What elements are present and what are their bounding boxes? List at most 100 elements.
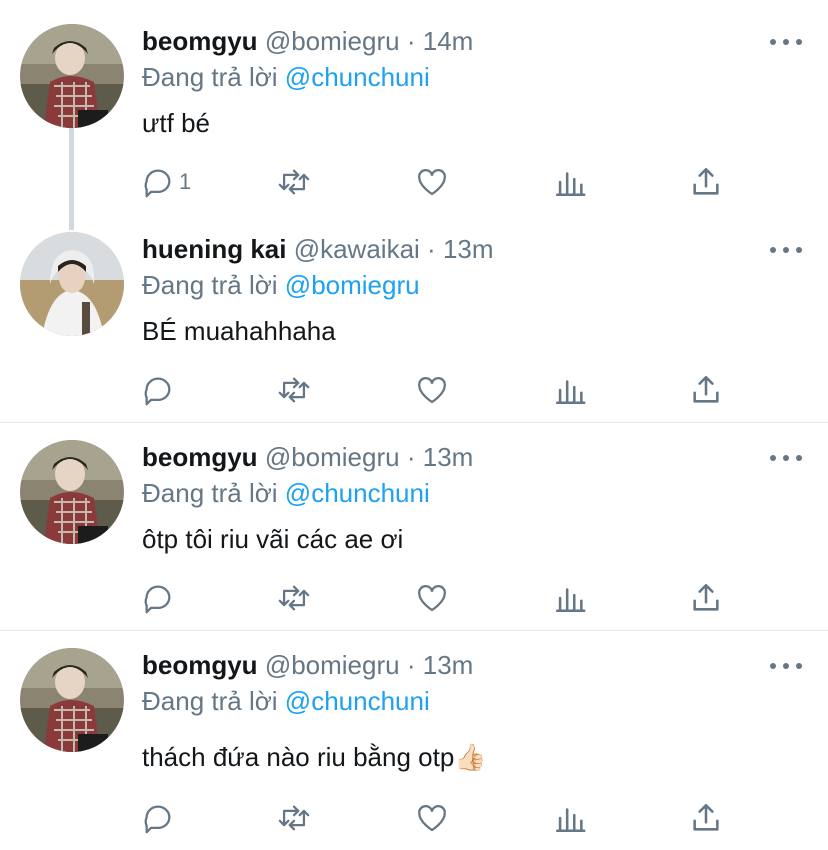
beomgyu-avatar-image [20,648,124,752]
tweet-actions [0,578,828,618]
timestamp[interactable]: 13m [443,234,494,264]
reply-icon [144,377,171,406]
share-icon [693,803,719,831]
reply-icon [144,805,171,834]
separator: · [427,234,436,264]
reply-mention-link[interactable]: @chunchuni [285,62,430,92]
beomgyu-avatar-image [20,440,124,544]
more-icon-dot [783,663,789,669]
reply-button[interactable]: 1 [141,162,191,202]
share-icon [693,375,719,403]
retweet-button[interactable] [277,798,311,838]
analytics-icon [555,588,586,613]
replying-to-label: Đang trả lời [142,62,278,92]
user-handle[interactable]: @kawaikai [294,234,420,264]
more-options-button[interactable] [770,448,802,468]
more-icon-dot [783,247,789,253]
share-button[interactable] [689,162,723,202]
tweet-text: BÉ muahahhaha [142,316,336,346]
like-button[interactable] [415,162,449,202]
analytics-button[interactable] [553,162,587,202]
analytics-button[interactable] [553,370,587,410]
avatar[interactable] [20,24,124,128]
retweet-button[interactable] [277,162,311,202]
retweet-icon [278,585,310,611]
analytics-icon [555,808,586,833]
retweet-icon [278,805,310,831]
more-options-button[interactable] [770,32,802,52]
reply-icon [144,585,171,614]
replying-to-label: Đang trả lời [142,478,278,508]
reply-count: 1 [179,169,192,194]
timestamp[interactable]: 13m [423,442,474,472]
more-options-button[interactable] [770,240,802,260]
retweet-button[interactable] [277,370,311,410]
reply-button[interactable] [141,370,175,410]
like-button[interactable] [415,578,449,618]
share-button[interactable] [689,370,723,410]
reply-button[interactable] [141,798,175,838]
tweet-text: ưtf bé [142,108,210,138]
reply-icon [144,169,171,198]
avatar[interactable] [20,232,124,336]
reply-mention-link[interactable]: @chunchuni [285,478,430,508]
share-button[interactable] [689,578,723,618]
share-button[interactable] [689,798,723,838]
separator: · [406,26,416,56]
like-button[interactable] [415,370,449,410]
like-button[interactable] [415,798,449,838]
more-icon-dot [783,455,789,461]
beomgyu-avatar-image [20,24,124,128]
separator: · [406,442,416,472]
more-icon-dot [796,247,802,253]
more-icon-dot [796,663,802,669]
separator: · [406,650,416,680]
analytics-button[interactable] [553,798,587,838]
tweet[interactable]: beomgyu @bomiegru · 13m Đang trả lời @ch… [0,624,828,850]
more-options-button[interactable] [770,656,802,676]
like-icon [418,377,446,404]
reply-mention-link[interactable]: @chunchuni [285,686,430,716]
replying-to-label: Đang trả lời [142,270,278,300]
display-name[interactable]: beomgyu [142,26,258,56]
tweet[interactable]: beomgyu @bomiegru · 13m Đang trả lời @ch… [0,416,828,630]
replying-to-label: Đang trả lời [142,686,278,716]
tweet[interactable]: huening kai @kawaikai · 13m Đang trả lời… [0,208,828,422]
more-icon [770,247,776,253]
tweet[interactable]: beomgyu @bomiegru · 14m Đang trả lời @ch… [0,0,828,230]
more-icon-dot [783,39,789,45]
tweet-text: thách đứa nào riu bằng otp👍🏻 [142,742,487,772]
retweet-button[interactable] [277,578,311,618]
more-icon-dot [796,455,802,461]
tweet-actions [0,798,828,838]
more-icon [770,455,776,461]
retweet-icon [278,169,310,195]
user-handle[interactable]: @bomiegru [265,26,400,56]
tweet-actions [0,370,828,410]
timestamp[interactable]: 13m [423,650,474,680]
more-icon [770,663,776,669]
share-icon [693,167,719,195]
reply-mention-link[interactable]: @bomiegru [285,270,420,300]
tweet-text: ôtp tôi riu vãi các ae ơi [142,524,404,554]
tweet-actions: 1 [0,162,828,202]
timestamp[interactable]: 14m [423,26,474,56]
avatar[interactable] [20,440,124,544]
share-icon [693,583,719,611]
analytics-icon [555,380,586,405]
reply-button[interactable] [141,578,175,618]
display-name[interactable]: beomgyu [142,442,258,472]
analytics-icon [555,172,586,197]
hueningkai-avatar-image [20,232,124,336]
display-name[interactable]: beomgyu [142,650,258,680]
like-icon [418,169,446,196]
avatar[interactable] [20,648,124,752]
like-icon [418,805,446,832]
more-icon-dot [796,39,802,45]
display-name[interactable]: huening kai [142,234,286,264]
analytics-button[interactable] [553,578,587,618]
more-icon [770,39,776,45]
user-handle[interactable]: @bomiegru [265,442,400,472]
retweet-icon [278,377,310,403]
user-handle[interactable]: @bomiegru [265,650,400,680]
